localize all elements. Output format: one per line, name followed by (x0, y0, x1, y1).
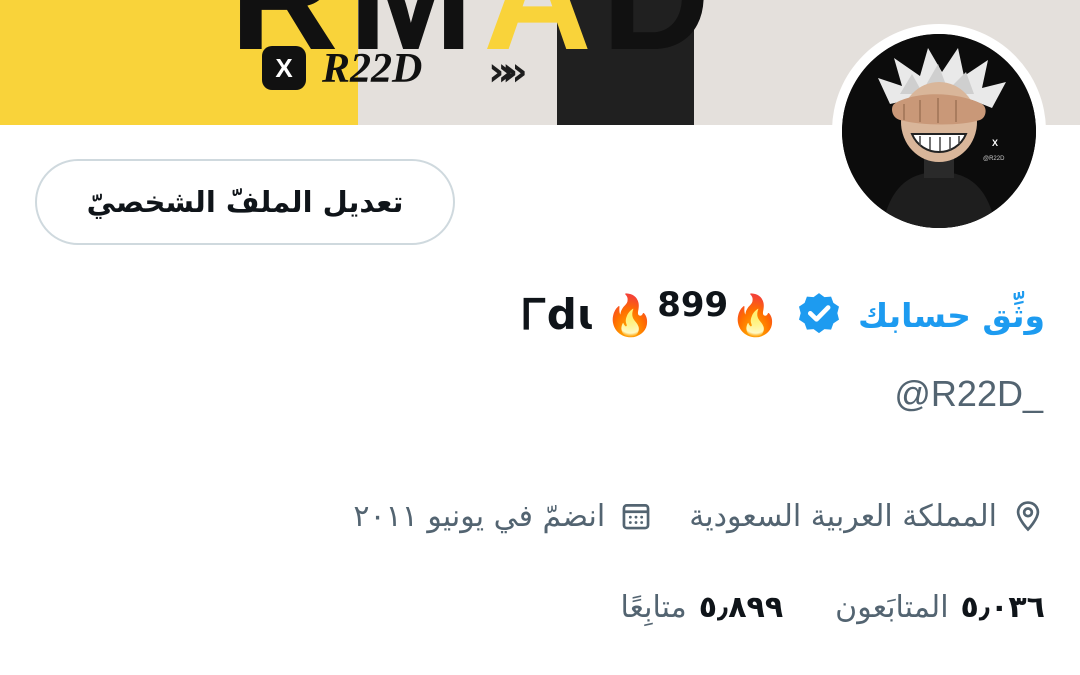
profile-handle: @R22D_ (894, 373, 1043, 414)
display-name: Ꮁdɩ 🔥 899 🔥 (521, 285, 780, 340)
followers-count: ٥٫٠٣٦ (960, 589, 1045, 625)
location-pin-icon (1016, 501, 1040, 532)
chevrons-right-icon: »» (488, 49, 528, 95)
avatar-image: X @R22D (842, 34, 1036, 228)
display-name-tag: Ꮁdɩ (521, 290, 596, 339)
avatar[interactable]: X @R22D (832, 24, 1046, 238)
follow-stats-row: ٥٫٠٣٦ المتابَعون ٥٫٨٩٩ متابِعًا (620, 582, 1045, 632)
joined-item: انضمّ في يونيو ٢٠١١ (353, 499, 653, 534)
following-count: ٥٫٨٩٩ (698, 589, 784, 625)
calendar-icon (622, 504, 650, 530)
fire-emoji-icon: 🔥 (605, 292, 656, 339)
joined-date-text: انضمّ في يونيو ٢٠١١ (353, 498, 606, 534)
profile-meta-row: المملكة العربية السعودية انضمّ في يونيو … (353, 492, 1045, 540)
avatar-illustration: X @R22D (842, 34, 1036, 228)
profile-name-row: Ꮁdɩ 🔥 899 🔥 وثِّق حسابك (522, 283, 1045, 347)
location-text: المملكة العربية السعودية (689, 498, 997, 534)
banner-brand-text: R22D (322, 46, 423, 92)
display-name-number: 899 (657, 285, 729, 325)
avatar-badge-text: @R22D (983, 156, 1005, 162)
verify-account-link[interactable]: وثِّق حسابك (858, 296, 1045, 335)
location-item: المملكة العربية السعودية (689, 499, 1045, 534)
fire-emoji-icon: 🔥 (730, 292, 780, 339)
avatar-x-badge: X (992, 138, 998, 148)
edit-profile-button[interactable]: تعديل الملفّ الشخصيّ (35, 159, 455, 245)
verified-badge-icon[interactable] (794, 290, 844, 340)
followers-label: المتابَعون (835, 589, 949, 625)
following-link[interactable]: ٥٫٨٩٩ متابِعًا (620, 590, 783, 625)
x-logo-icon: X (262, 46, 306, 90)
following-label: متابِعًا (620, 589, 687, 625)
followers-link[interactable]: ٥٫٠٣٦ المتابَعون (835, 590, 1045, 625)
